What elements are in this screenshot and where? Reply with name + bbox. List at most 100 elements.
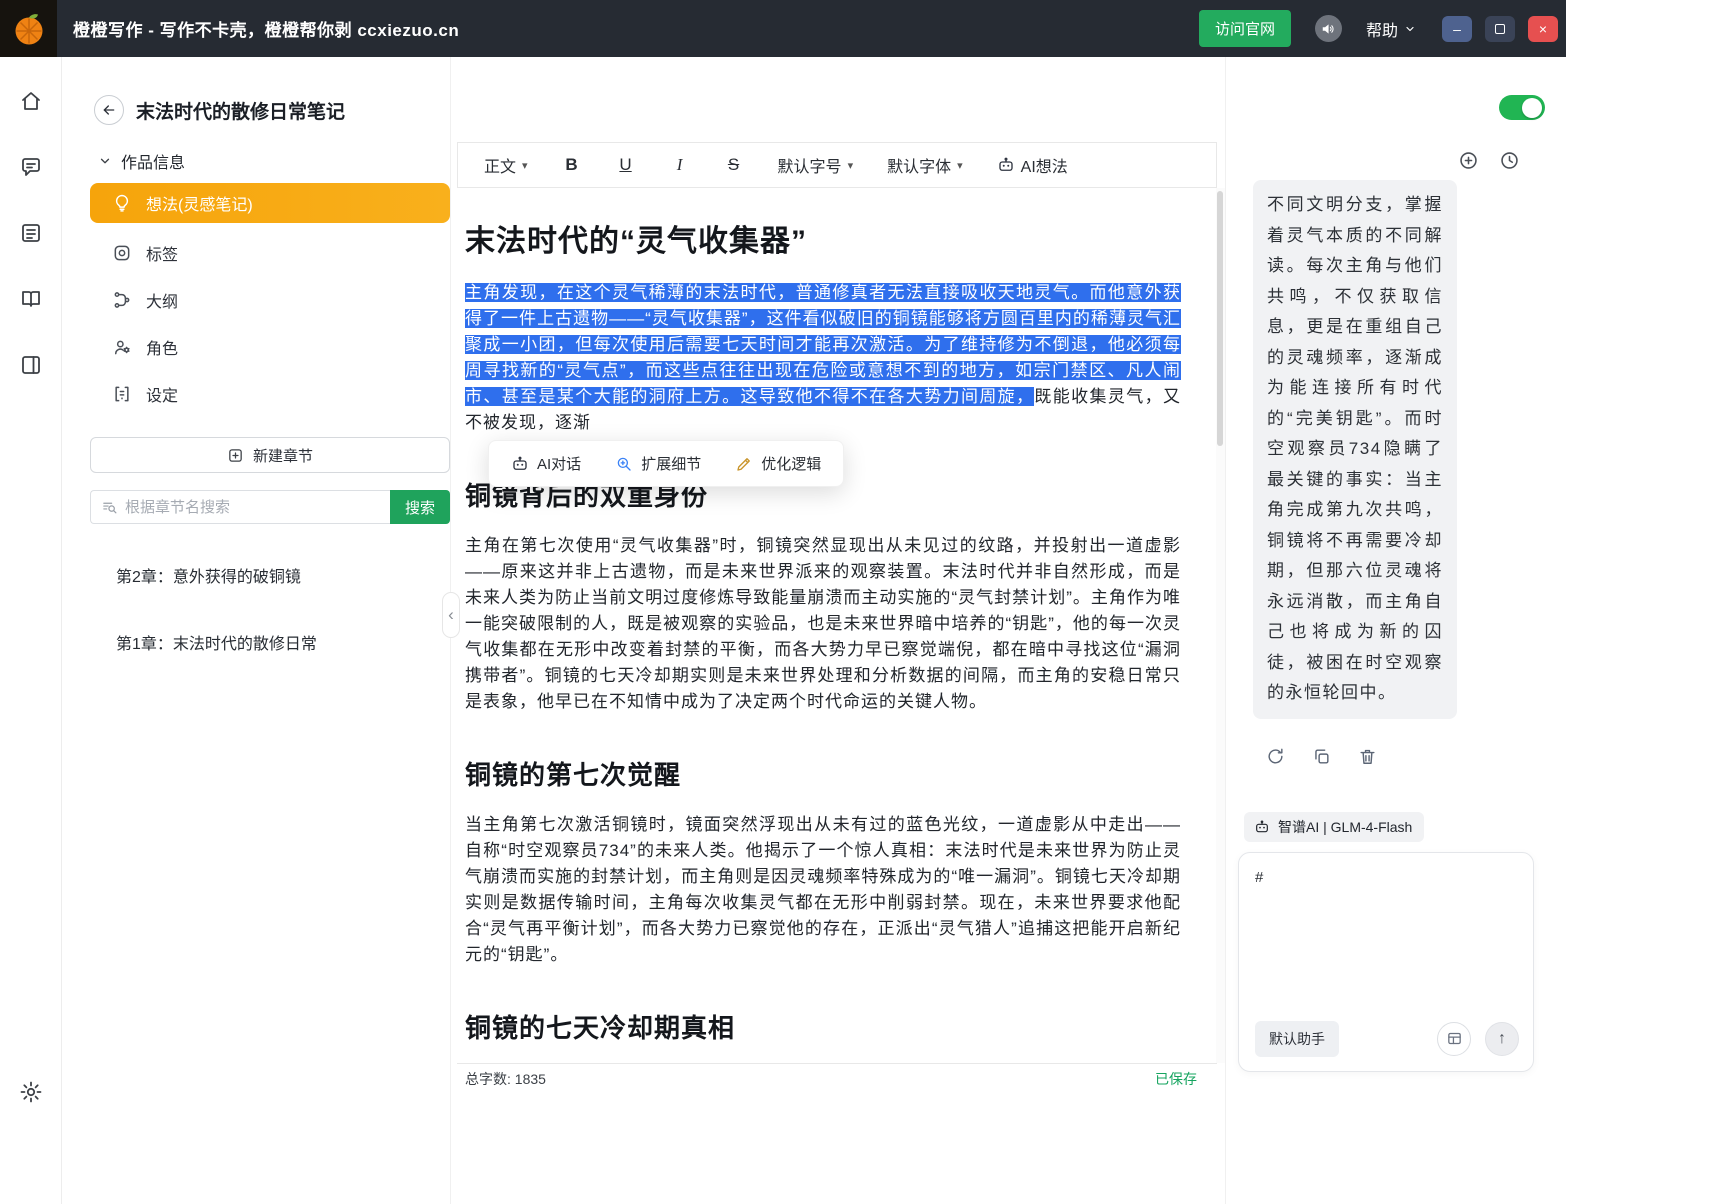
ai-input-actions: 默认助手 ↑ — [1255, 1021, 1519, 1057]
new-conversation-icon[interactable] — [1458, 150, 1479, 171]
window-maximize-button[interactable] — [1485, 16, 1515, 42]
delete-icon[interactable] — [1358, 747, 1377, 766]
help-label: 帮助 — [1366, 17, 1398, 41]
strikethrough-button[interactable]: S — [724, 155, 744, 175]
sidebar-item-label: 大纲 — [146, 288, 178, 312]
paragraph-1: 主角发现，在这个灵气稀薄的末法时代，普通修真者无法直接吸收天地灵气。而他意外获得… — [465, 280, 1181, 436]
history-icon[interactable] — [1499, 150, 1520, 171]
sidebar-item-label: 角色 — [146, 335, 178, 359]
section-label: 作品信息 — [121, 149, 185, 173]
save-status: 已保存 — [1155, 1069, 1197, 1089]
back-button[interactable] — [94, 95, 124, 125]
book-icon — [112, 384, 132, 404]
reading-icon[interactable] — [19, 287, 43, 311]
character-icon — [112, 337, 132, 357]
sidebar-item-characters[interactable]: 角色 — [90, 323, 450, 370]
font-size-value: 默认字号 — [778, 153, 842, 177]
ai-chat-button[interactable]: AI对话 — [511, 453, 581, 474]
workspace-icon[interactable] — [19, 353, 43, 377]
copy-icon[interactable] — [1312, 747, 1331, 766]
chapter-item[interactable]: 第1章：末法时代的散修日常 — [90, 615, 450, 669]
paragraph-2: 主角在第七次使用“灵气收集器”时，铜镜突然显现出从未见过的纹路，并投射出一道虚影… — [465, 533, 1181, 715]
model-selector[interactable]: 智谱AI | GLM-4-Flash — [1244, 812, 1424, 842]
search-button[interactable]: 搜索 — [390, 490, 450, 524]
app-window: 橙橙写作 - 写作不卡壳，橙橙帮你剥 ccxiezuo.cn 访问官网 帮助 –… — [0, 0, 1566, 1204]
magnifier-icon — [615, 455, 633, 473]
template-library-button[interactable] — [1437, 1022, 1471, 1056]
settings-icon[interactable] — [19, 1080, 43, 1104]
collapse-sidebar-handle[interactable]: ‹ — [442, 592, 460, 638]
optimize-logic-button[interactable]: 优化逻辑 — [735, 453, 821, 474]
expand-detail-button[interactable]: 扩展细节 — [615, 453, 701, 474]
close-icon: × — [1539, 21, 1547, 37]
new-chapter-button[interactable]: 新建章节 — [90, 437, 450, 473]
window-minimize-button[interactable]: – — [1442, 16, 1472, 42]
font-family-select[interactable]: 默认字体 ▾ — [887, 153, 963, 177]
titlebar: 橙橙写作 - 写作不卡壳，橙橙帮你剥 ccxiezuo.cn 访问官网 帮助 –… — [0, 0, 1566, 57]
ai-input[interactable]: # — [1255, 869, 1517, 889]
expand-detail-label: 扩展细节 — [641, 453, 701, 474]
ai-ideas-button[interactable]: AI想法 — [997, 153, 1068, 177]
feedback-icon[interactable] — [19, 155, 43, 179]
word-count: 总字数: 1835 — [465, 1069, 546, 1089]
italic-button[interactable]: I — [670, 155, 690, 175]
visit-site-button[interactable]: 访问官网 — [1199, 10, 1291, 47]
editor-scrollbar[interactable] — [1216, 188, 1225, 1063]
sidebar: 末法时代的散修日常笔记 作品信息 想法(灵感笔记) 标签 — [62, 57, 450, 1204]
sidebar-item-label: 标签 — [146, 241, 178, 265]
underline-button[interactable]: U — [616, 155, 636, 175]
optimize-logic-label: 优化逻辑 — [761, 453, 821, 474]
font-size-select[interactable]: 默认字号 ▾ — [778, 153, 854, 177]
sidebar-item-settings[interactable]: 设定 — [90, 370, 450, 417]
send-button[interactable]: ↑ — [1485, 1022, 1519, 1056]
chapter-item[interactable]: 第2章：意外获得的破铜镜 — [90, 548, 450, 602]
work-info-section-toggle[interactable]: 作品信息 — [98, 149, 450, 173]
sidebar-item-outline[interactable]: 大纲 — [90, 276, 450, 323]
new-chapter-label: 新建章节 — [253, 445, 313, 466]
bold-button[interactable]: B — [562, 155, 582, 175]
chapter-search-box — [90, 490, 390, 524]
ai-response-actions — [1266, 747, 1566, 766]
minimize-icon: – — [1453, 21, 1461, 37]
selection-ai-menu: AI对话 扩展细节 优化逻辑 — [488, 440, 844, 487]
window-close-button[interactable]: × — [1528, 16, 1558, 42]
font-family-value: 默认字体 — [887, 153, 951, 177]
tag-icon — [112, 243, 132, 263]
sidebar-item-ideas[interactable]: 想法(灵感笔记) — [90, 183, 450, 223]
editor: 正文 ▾ B U I S 默认字号 ▾ 默认字体 ▾ AI想法 — [450, 57, 1225, 1204]
ai-ideas-label: AI想法 — [1021, 153, 1068, 177]
ai-panel-toggle[interactable] — [1499, 95, 1545, 120]
chevron-left-icon: ‹ — [448, 605, 454, 625]
articles-icon[interactable] — [19, 221, 43, 245]
template-icon — [1446, 1030, 1463, 1047]
chevron-down-icon — [98, 154, 112, 168]
home-icon[interactable] — [19, 89, 43, 113]
document-title: 末法时代的散修日常笔记 — [136, 97, 345, 124]
chapter-list: 第2章：意外获得的破铜镜 第1章：末法时代的散修日常 — [90, 548, 450, 669]
app-logo-icon — [0, 0, 57, 57]
ai-chat-label: AI对话 — [537, 453, 581, 474]
regenerate-icon[interactable] — [1266, 747, 1285, 766]
paragraph-style-select[interactable]: 正文 ▾ — [484, 153, 528, 177]
ai-input-card: # 默认助手 ↑ — [1238, 852, 1534, 1072]
sidebar-item-tags[interactable]: 标签 — [90, 229, 450, 276]
help-menu[interactable]: 帮助 — [1366, 17, 1416, 41]
square-plus-icon — [227, 447, 244, 464]
ai-response: 不同文明分支，掌握着灵气本质的不同解读。每次主角与他们共鸣，不仅获取信息，更是在… — [1253, 180, 1457, 719]
sidebar-menu: 想法(灵感笔记) 标签 大纲 — [90, 183, 450, 417]
ai-panel: 不同文明分支，掌握着灵气本质的不同解读。每次主角与他们共鸣，不仅获取信息，更是在… — [1225, 57, 1566, 1204]
scrollbar-thumb[interactable] — [1217, 191, 1223, 446]
maximize-icon — [1495, 24, 1505, 34]
caret-down-icon: ▾ — [848, 159, 854, 172]
section-heading-clipped: 铜镜的七天冷却期真相 — [465, 1008, 1181, 1045]
default-assistant-button[interactable]: 默认助手 — [1255, 1021, 1339, 1057]
toggle-knob — [1522, 98, 1542, 118]
chapter-search: 搜索 — [90, 490, 450, 524]
model-name: 智谱AI | GLM-4-Flash — [1278, 817, 1412, 837]
app-title: 橙橙写作 - 写作不卡壳，橙橙帮你剥 ccxiezuo.cn — [73, 16, 459, 41]
editor-content[interactable]: 末法时代的“灵气收集器” 主角发现，在这个灵气稀薄的末法时代，普通修真者无法直接… — [451, 188, 1225, 1063]
announcement-icon[interactable] — [1315, 15, 1342, 42]
lightbulb-icon — [112, 193, 132, 213]
caret-down-icon: ▾ — [522, 159, 528, 172]
chapter-search-input[interactable] — [125, 499, 380, 516]
